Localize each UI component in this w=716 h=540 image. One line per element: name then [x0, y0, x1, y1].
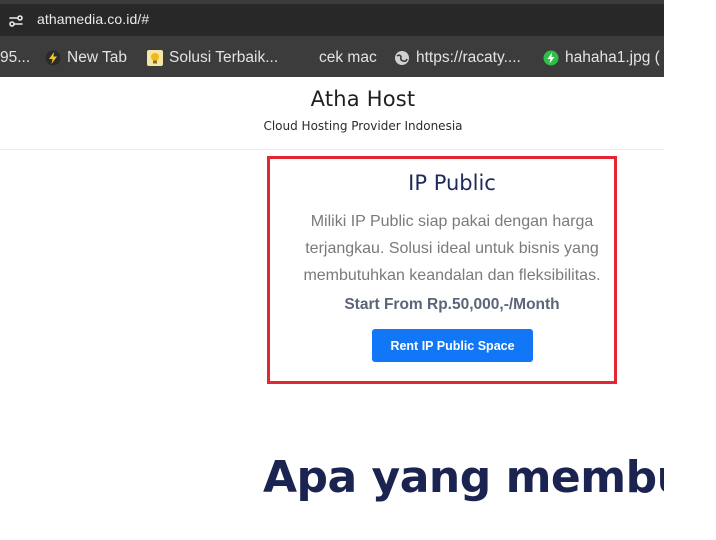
site-info-icon[interactable] — [6, 11, 26, 31]
address-bar: athamedia.co.id/# — [0, 0, 664, 39]
bookmark-hahaha[interactable]: hahaha1.jpg ( — [543, 48, 660, 68]
green-bolt-icon — [543, 50, 559, 66]
card-description: Miliki IP Public siap pakai dengan harga… — [303, 213, 601, 284]
bookmark-item[interactable]: 95... — [0, 48, 30, 68]
card-title: IP Public — [408, 171, 496, 195]
globe-icon — [394, 50, 410, 66]
site-header: Atha Host Cloud Hosting Provider Indones… — [0, 77, 664, 150]
url-field[interactable]: athamedia.co.id/# — [0, 4, 664, 36]
url-text[interactable]: athamedia.co.id/# — [37, 11, 149, 27]
site-title[interactable]: Atha Host — [0, 87, 664, 111]
ip-public-card: IP Public Miliki IP Public siap pakai de… — [291, 158, 613, 378]
bookmark-solusi[interactable]: Solusi Terbaik... — [147, 48, 278, 68]
bookmark-label: 95... — [0, 49, 31, 66]
section-heading: Apa yang membuat — [263, 452, 664, 503]
bookmark-label: hahaha1.jpg ( — [565, 49, 660, 66]
bookmark-label: cek mac — [319, 49, 377, 66]
card-price: Start From Rp.50,000,-/Month — [344, 296, 560, 313]
lightning-icon — [45, 50, 61, 66]
bookmark-new-tab[interactable]: New Tab — [45, 48, 127, 68]
bookmark-label: Solusi Terbaik... — [169, 49, 279, 66]
site-tagline: Cloud Hosting Provider Indonesia — [263, 119, 463, 133]
browser-window: athamedia.co.id/# 95... New Tab Solusi T… — [0, 0, 664, 540]
bookmark-racaty[interactable]: https://racaty.... — [394, 48, 521, 68]
lightbulb-icon — [147, 50, 163, 66]
bookmark-label: https://racaty.... — [416, 49, 521, 66]
bookmark-label: New Tab — [67, 49, 128, 66]
bookmark-cek-mac[interactable]: cek mac — [319, 48, 377, 68]
bookmarks-bar: 95... New Tab Solusi Terbaik... cek mac … — [0, 39, 664, 77]
rent-ip-public-button[interactable]: Rent IP Public Space — [372, 329, 533, 362]
